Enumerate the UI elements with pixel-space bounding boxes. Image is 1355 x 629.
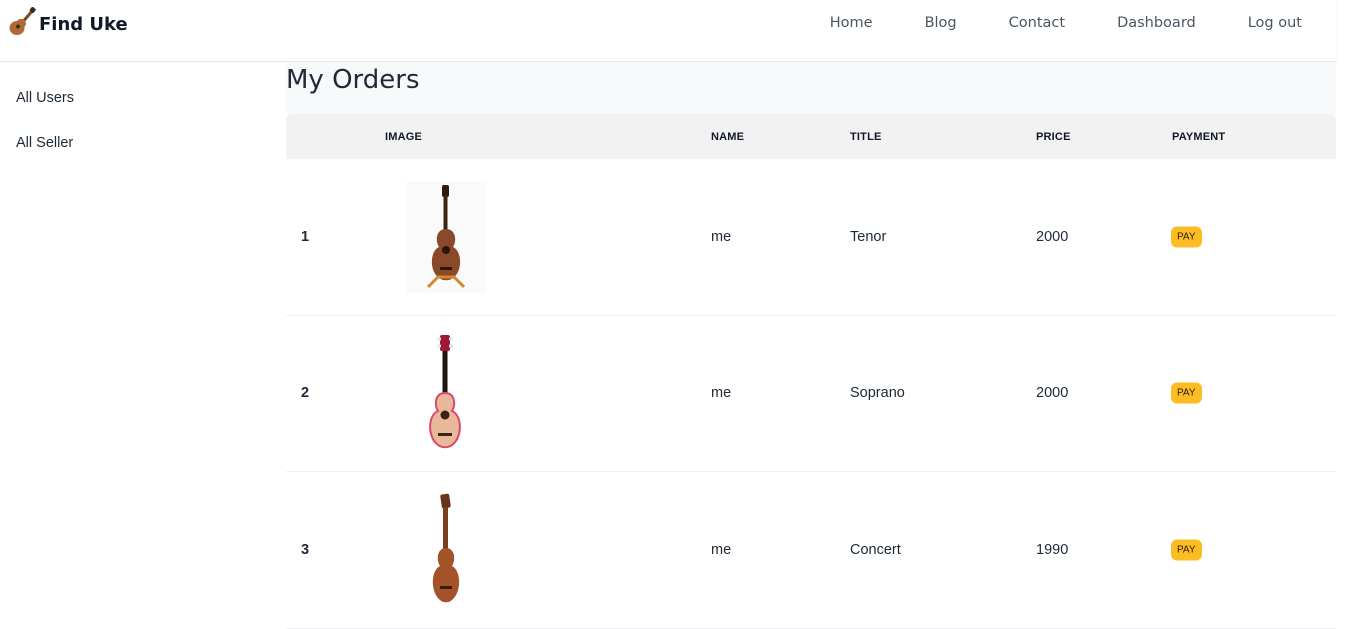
row-price: 1990: [1036, 541, 1069, 558]
row-name: me: [711, 385, 732, 402]
dashboard-sidebar: All Users All Seller: [0, 62, 286, 628]
column-header-payment: PAYMENT: [1172, 131, 1226, 143]
main-content: My Orders IMAGE NAME TITLE PRICE PAYMENT…: [286, 62, 1336, 629]
column-header-name: NAME: [711, 131, 745, 143]
row-title: Concert: [850, 541, 901, 558]
nav-contact-link[interactable]: Contact: [983, 12, 1091, 34]
sidebar-item-all-users[interactable]: All Users: [16, 90, 74, 106]
brand-name: Find Uke: [39, 13, 128, 35]
row-title: Tenor: [850, 228, 887, 245]
nav-logout-link[interactable]: Log out: [1222, 12, 1328, 34]
column-header-title: TITLE: [850, 131, 882, 143]
table-header: IMAGE NAME TITLE PRICE PAYMENT: [286, 114, 1336, 159]
row-index: 3: [301, 541, 310, 558]
row-price: 2000: [1036, 385, 1069, 402]
ukulele-icon: [8, 6, 36, 42]
row-price: 2000: [1036, 228, 1069, 245]
nav-home-link[interactable]: Home: [804, 12, 899, 34]
row-index: 1: [301, 228, 310, 245]
soprano-ukulele-photo: [406, 333, 486, 453]
pay-button[interactable]: PAY: [1171, 382, 1202, 404]
top-navbar: Find Uke Home Blog Contact Dashboard Log…: [0, 0, 1336, 62]
row-name: me: [711, 228, 732, 245]
row-name: me: [711, 541, 732, 558]
row-index: 2: [301, 385, 310, 402]
table-row: 2 me Soprano 2000 PAY: [286, 315, 1336, 472]
row-title: Soprano: [850, 385, 905, 402]
table-row: 1 me Tenor 2000 PAY: [286, 159, 1336, 316]
column-header-price: PRICE: [1036, 131, 1071, 143]
nav-dashboard-link[interactable]: Dashboard: [1091, 12, 1222, 34]
nav-blog-link[interactable]: Blog: [899, 12, 983, 34]
pay-button[interactable]: PAY: [1171, 539, 1202, 561]
brand-logo-link[interactable]: Find Uke: [8, 6, 128, 42]
page-title: My Orders: [286, 65, 420, 95]
orders-table: IMAGE NAME TITLE PRICE PAYMENT 1 me Teno…: [286, 114, 1336, 629]
column-header-image: IMAGE: [385, 131, 423, 143]
pay-button[interactable]: PAY: [1171, 226, 1202, 248]
nav-links: Home Blog Contact Dashboard Log out: [804, 12, 1328, 34]
tenor-ukulele-photo: [406, 177, 486, 297]
concert-ukulele-photo: [406, 490, 486, 610]
sidebar-item-all-seller[interactable]: All Seller: [16, 135, 73, 151]
table-row: 3 me Concert 1990 PAY: [286, 472, 1336, 629]
